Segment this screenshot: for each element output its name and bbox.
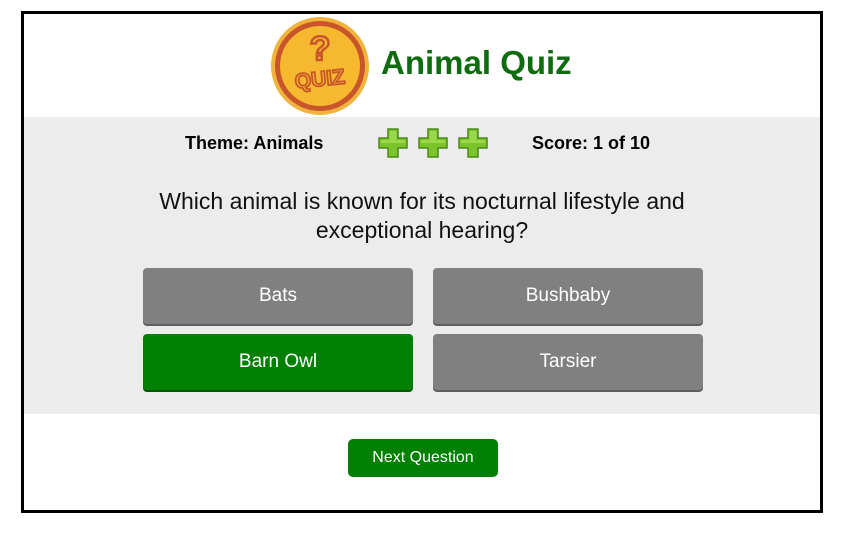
question-text: Which animal is known for its nocturnal … <box>159 188 685 243</box>
score-label: Score: 1 of 10 <box>532 133 651 153</box>
green-plus-icon <box>458 128 488 158</box>
svg-text:?: ? <box>310 30 331 68</box>
quiz-header: ? QUIZ Animal Quiz <box>24 14 820 117</box>
next-question-button[interactable]: Next Question <box>348 439 498 477</box>
answer-button-bats[interactable]: Bats <box>143 268 413 324</box>
answer-button-tarsier[interactable]: Tarsier <box>433 334 703 390</box>
green-plus-icon <box>418 128 448 158</box>
app-title: Animal Quiz <box>381 44 572 81</box>
quiz-coin-icon: ? QUIZ <box>271 17 369 115</box>
quiz-panel: Theme: Animals Score: 1 of 10 Which anim… <box>24 117 820 414</box>
quiz-frame: ? QUIZ Animal Quiz Theme: Animals Score:… <box>21 11 823 513</box>
answer-button-bushbaby[interactable]: Bushbaby <box>433 268 703 324</box>
answer-button-barn-owl[interactable]: Barn Owl <box>143 334 413 390</box>
green-plus-icon <box>378 128 408 158</box>
theme-label: Theme: Animals <box>185 133 324 153</box>
